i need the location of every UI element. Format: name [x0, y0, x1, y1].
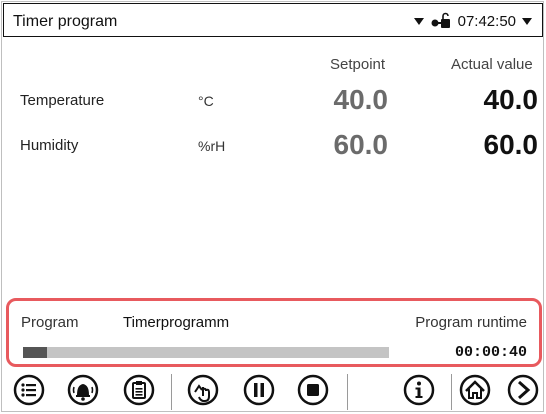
page-title: Timer program [13, 13, 118, 30]
humidity-label: Humidity [20, 137, 79, 154]
menu-icon [13, 374, 45, 406]
door-lock-icon [431, 12, 450, 28]
toolbar-divider [451, 374, 452, 410]
program-label: Program [21, 314, 79, 331]
status-area: 07:42:50 [413, 12, 532, 30]
toolbar-divider [347, 374, 348, 410]
event-list-button[interactable] [121, 372, 157, 408]
alarm-button[interactable] [65, 372, 101, 408]
program-status-panel: Program Timerprogramm Program runtime 00… [6, 298, 542, 367]
program-runtime-label: Program runtime [415, 314, 527, 331]
temperature-label: Temperature [20, 92, 105, 109]
pause-button[interactable] [241, 372, 277, 408]
stop-button[interactable] [295, 372, 331, 408]
column-header-setpoint: Setpoint [330, 56, 386, 73]
touch-program-icon [187, 374, 219, 406]
info-button[interactable] [401, 372, 437, 408]
alarm-bell-icon [67, 374, 99, 406]
humidity-actual: 60.0 [483, 129, 539, 160]
program-runtime-value: 00:00:40 [454, 344, 527, 361]
program-progress-fill [23, 347, 47, 358]
menu-button[interactable] [11, 372, 47, 408]
header-bar: Timer program 07:42:50 [3, 3, 543, 37]
next-arrow-icon [507, 374, 539, 406]
pause-icon [243, 374, 275, 406]
clipboard-list-icon [123, 374, 155, 406]
temperature-unit: °C [198, 93, 214, 109]
program-name: Timerprogramm [123, 314, 230, 331]
column-header-actual: Actual value [451, 56, 533, 73]
chevron-down-icon[interactable] [522, 17, 532, 25]
toolbar-divider [171, 374, 172, 410]
program-progress-bar [23, 347, 389, 358]
dropdown-arrow-icon[interactable] [413, 17, 424, 25]
humidity-unit: %rH [198, 138, 226, 154]
temperature-actual: 40.0 [483, 84, 539, 115]
home-button[interactable] [457, 372, 493, 408]
stop-icon [297, 374, 329, 406]
temperature-setpoint[interactable]: 40.0 [268, 84, 389, 116]
humidity-setpoint[interactable]: 60.0 [268, 129, 389, 161]
program-touch-button[interactable] [185, 372, 221, 408]
info-icon [403, 374, 435, 406]
bottom-toolbar [3, 372, 543, 414]
next-button[interactable] [505, 372, 541, 408]
clock-time: 07:42:50 [457, 12, 516, 30]
home-icon [459, 374, 491, 406]
